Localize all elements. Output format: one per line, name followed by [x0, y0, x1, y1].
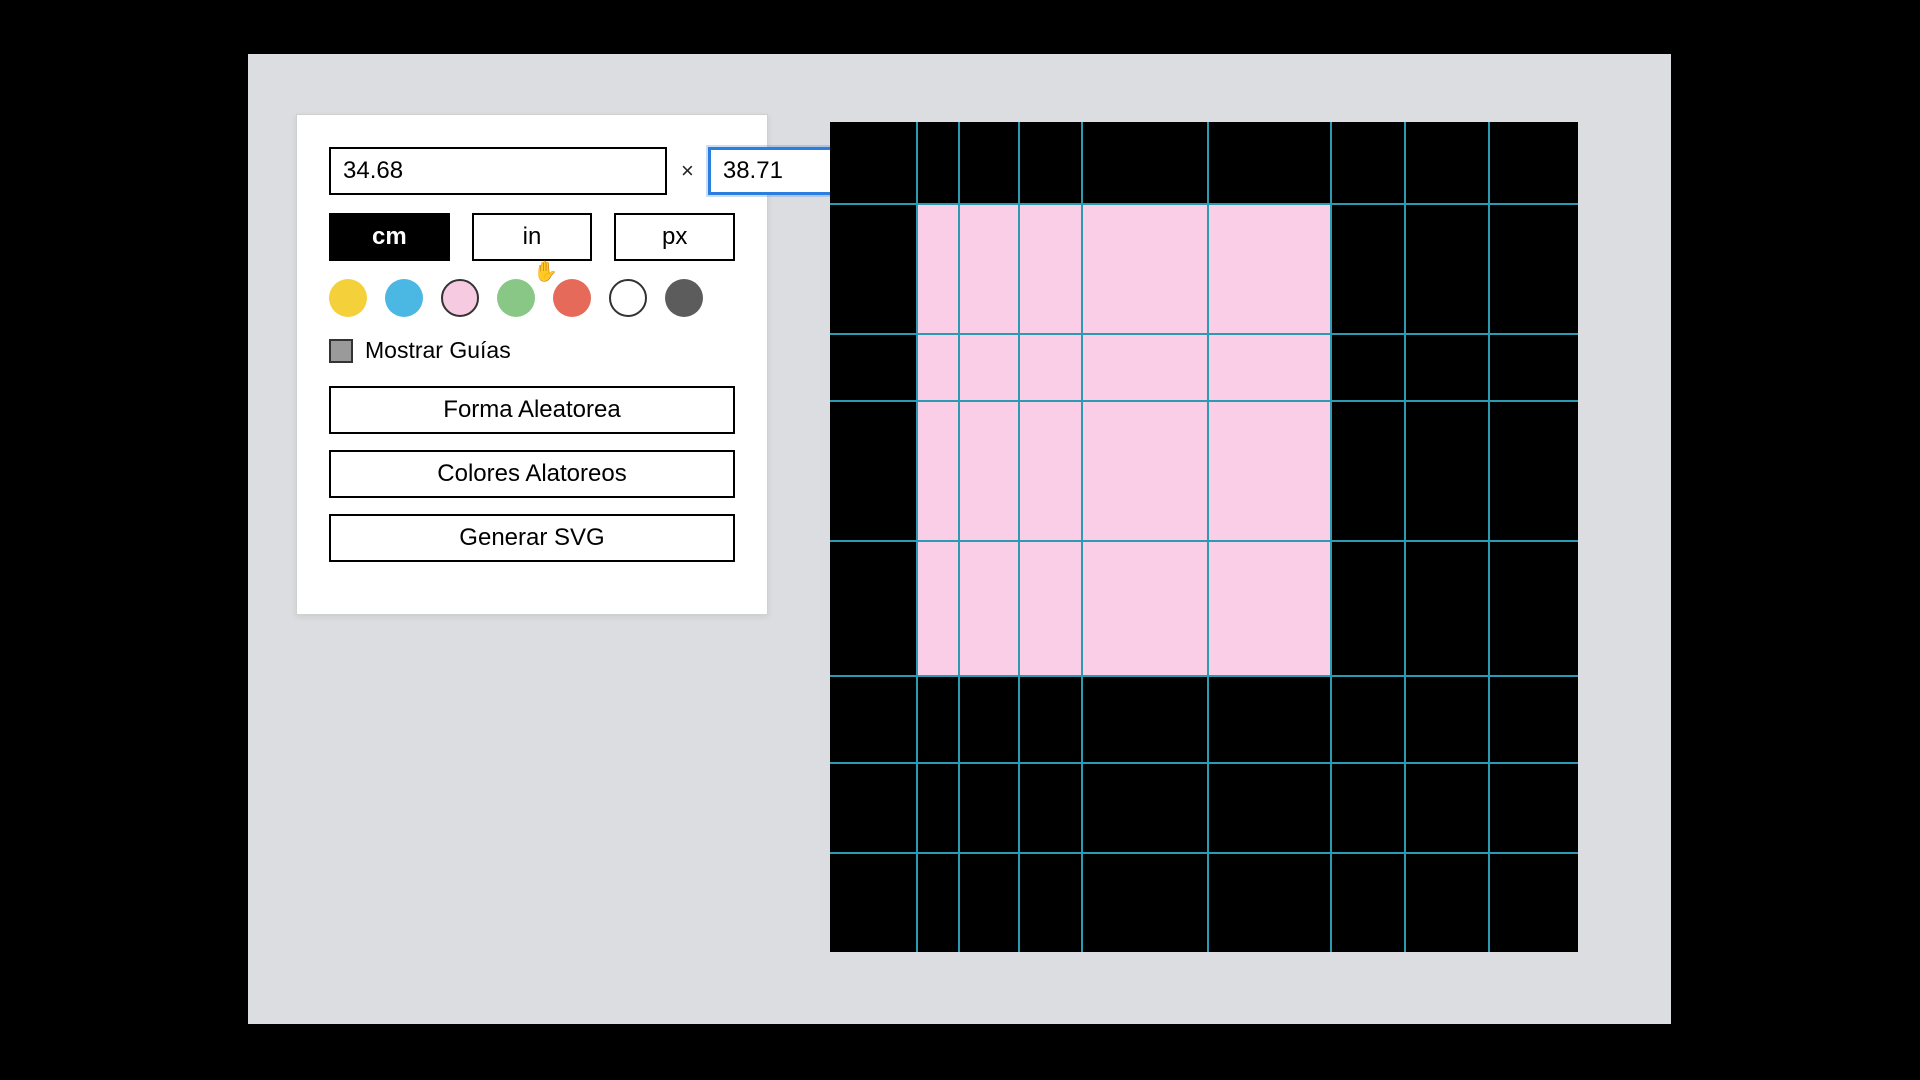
guide-horizontal — [830, 203, 1578, 205]
guide-horizontal — [830, 333, 1578, 335]
width-input[interactable] — [329, 147, 667, 195]
guide-horizontal — [830, 400, 1578, 402]
guide-vertical — [1488, 122, 1490, 952]
guide-horizontal — [830, 675, 1578, 677]
color-swatch-gray[interactable] — [665, 279, 703, 317]
guide-vertical — [1404, 122, 1406, 952]
unit-px-button[interactable]: px — [614, 213, 735, 261]
dimensions-row: × ▲▼ — [329, 147, 735, 195]
app-stage: × ▲▼ cm in px Mostrar Guías Forma Aleato… — [248, 54, 1671, 1024]
color-swatch-coral[interactable] — [553, 279, 591, 317]
generate-svg-button[interactable]: Generar SVG — [329, 514, 735, 562]
guide-horizontal — [830, 540, 1578, 542]
generated-shape — [916, 203, 1330, 675]
control-panel: × ▲▼ cm in px Mostrar Guías Forma Aleato… — [296, 114, 768, 615]
guides-toggle-row: Mostrar Guías — [329, 337, 735, 364]
guide-vertical — [1330, 122, 1332, 952]
guide-vertical — [1081, 122, 1083, 952]
unit-in-button[interactable]: in — [472, 213, 593, 261]
color-swatch-green[interactable] — [497, 279, 535, 317]
color-palette — [329, 279, 735, 317]
color-swatch-yellow[interactable] — [329, 279, 367, 317]
guide-vertical — [916, 122, 918, 952]
unit-cm-button[interactable]: cm — [329, 213, 450, 261]
random-shape-button[interactable]: Forma Aleatorea — [329, 386, 735, 434]
random-colors-button[interactable]: Colores Alatoreos — [329, 450, 735, 498]
guides-checkbox[interactable] — [329, 339, 353, 363]
preview-canvas[interactable] — [830, 122, 1578, 952]
guide-vertical — [1018, 122, 1020, 952]
guide-horizontal — [830, 852, 1578, 854]
color-swatch-pink[interactable] — [441, 279, 479, 317]
unit-selector: cm in px — [329, 213, 735, 261]
color-swatch-white[interactable] — [609, 279, 647, 317]
guide-horizontal — [830, 762, 1578, 764]
guides-label: Mostrar Guías — [365, 337, 511, 364]
guide-vertical — [1207, 122, 1209, 952]
dimension-separator: × — [681, 158, 694, 184]
color-swatch-cyan[interactable] — [385, 279, 423, 317]
guide-vertical — [958, 122, 960, 952]
